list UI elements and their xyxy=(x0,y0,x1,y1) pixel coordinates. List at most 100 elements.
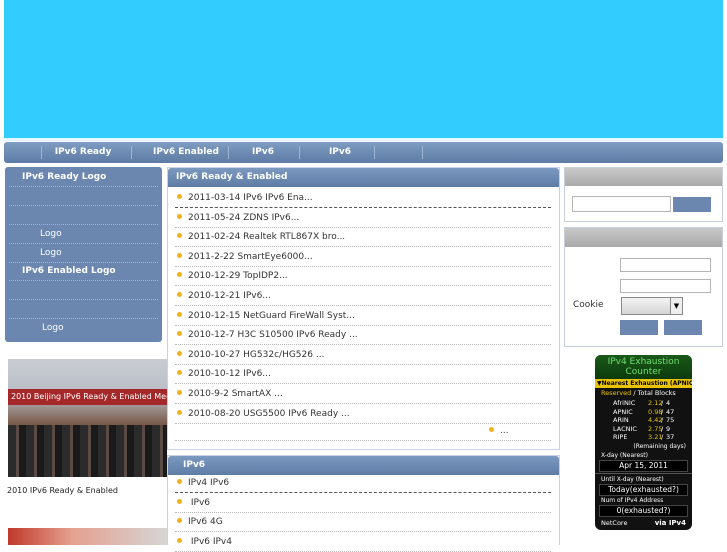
photo-caption[interactable]: 2010 IPv6 Ready & Enabled xyxy=(7,486,118,495)
netcore-logo: NetCore xyxy=(601,518,628,527)
slash: / xyxy=(661,399,664,407)
rir-name: ARIN xyxy=(613,416,629,424)
news-link[interactable]: 2010-10-27 HG532c/HG526 ... xyxy=(188,350,324,360)
left-menu: IPv6 Ready Logo Logo Logo IPv6 Enabled L… xyxy=(5,167,162,342)
bullet-icon xyxy=(177,252,182,258)
login-box-header xyxy=(565,228,722,247)
cookie-select[interactable]: ▼ xyxy=(621,297,683,315)
bullet-icon xyxy=(177,370,182,376)
nav-item-ipv6-2[interactable]: IPv6 xyxy=(300,142,380,163)
ipv6-item: IPv6 4G xyxy=(175,512,551,533)
event-photo[interactable]: 2010 Beijing IPv6 Ready & Enabled Meet..… xyxy=(8,359,167,477)
search-box xyxy=(564,167,723,222)
rir-total: 9 xyxy=(666,424,671,433)
counter-title-line1: IPv4 Exhaustion xyxy=(607,357,680,367)
menu-item-logo[interactable]: Logo xyxy=(9,225,158,244)
password-field[interactable] xyxy=(620,279,711,293)
news-link[interactable]: 2010-12-15 NetGuard FireWall Syst... xyxy=(188,311,355,321)
news-item: 2011-05-24 ZDNS IPv6... xyxy=(175,208,551,228)
more-link[interactable]: ... xyxy=(500,426,509,436)
news-link[interactable]: 2010-12-7 H3C S10500 IPv6 Ready ... xyxy=(188,330,358,340)
news-item: 2011-02-24 Realtek RTL867X bro... xyxy=(175,227,551,248)
news-link[interactable]: 2011-03-14 IPv6 IPv6 Ena... xyxy=(188,193,313,203)
ipv6-link[interactable]: IPv6 xyxy=(188,498,210,508)
rir-total: 75 xyxy=(666,416,675,424)
xday-label: X-day (Nearest) xyxy=(601,451,648,459)
menu-item-blank[interactable] xyxy=(9,187,158,206)
ipv6-item: IPv6 IPv4 xyxy=(175,532,551,552)
rir-name: APNIC xyxy=(613,407,633,416)
ipv6-link[interactable]: IPv4 IPv6 xyxy=(188,478,229,488)
news-item: 2010-12-21 IPv6... xyxy=(175,286,551,306)
ipv4-exhaustion-counter[interactable]: IPv4 Exhaustion Counter ▼Nearest Exhaust… xyxy=(595,355,692,530)
bullet-icon xyxy=(177,350,182,356)
reserved-label: Reserved xyxy=(601,389,632,397)
ipv6-link[interactable]: IPv6 IPv4 xyxy=(188,537,232,547)
news-panel: IPv6 Ready & Enabled 2011-03-14 IPv6 IPv… xyxy=(167,167,560,450)
news-link[interactable]: 2011-02-24 Realtek RTL867X bro... xyxy=(188,232,345,242)
login-box: Cookie ▼ xyxy=(564,227,723,347)
counter-header: Reserved / Total Blocks xyxy=(595,388,692,399)
rir-row: AfriNIC 2.12 4/ xyxy=(595,399,692,408)
news-item: 2010-9-2 SmartAX ... xyxy=(175,384,551,404)
search-button[interactable] xyxy=(673,197,711,212)
news-link[interactable]: 2010-10-12 IPv6... xyxy=(188,369,271,379)
photo-people xyxy=(8,425,167,477)
photo-banner-text: 2010 Beijing IPv6 Ready & Enabled Meet..… xyxy=(8,389,167,405)
slash: / xyxy=(661,416,664,424)
news-link[interactable]: 2010-12-29 TopIDP2... xyxy=(188,271,288,281)
second-photo[interactable] xyxy=(8,528,167,545)
header-banner xyxy=(4,0,723,138)
news-link[interactable]: 2010-08-20 USG5500 IPv6 Ready ... xyxy=(188,409,350,419)
bullet-icon xyxy=(177,213,182,219)
bullet-icon xyxy=(177,272,182,278)
until-label: Until X-day (Nearest) xyxy=(601,475,664,483)
username-field[interactable] xyxy=(620,258,711,272)
menu-item-blank[interactable] xyxy=(9,281,158,300)
menu-item-ipv6-ready-logo[interactable]: IPv6 Ready Logo xyxy=(9,168,158,187)
news-item: 2011-2-22 SmartEye6000... xyxy=(175,247,551,267)
bullet-icon xyxy=(177,537,182,543)
nav-item-ipv6-enabled[interactable]: IPv6 Enabled xyxy=(132,142,240,163)
news-item: 2010-12-7 H3C S10500 IPv6 Ready ... xyxy=(175,325,551,346)
bullet-icon xyxy=(177,292,182,297)
register-button[interactable] xyxy=(664,320,702,335)
slash: / xyxy=(661,433,664,441)
login-button[interactable] xyxy=(620,320,658,335)
nav-item-ipv6-ready[interactable]: IPv6 Ready xyxy=(42,142,124,163)
menu-item-ipv6-enabled-logo[interactable]: IPv6 Enabled Logo xyxy=(9,262,158,281)
menu-item-blank[interactable] xyxy=(9,300,158,319)
num-label: Num of IPv4 Address xyxy=(601,496,664,504)
bullet-icon xyxy=(489,427,494,432)
bullet-icon xyxy=(177,518,182,524)
nav-item-ipv6[interactable]: IPv6 xyxy=(229,142,297,163)
menu-item-blank[interactable] xyxy=(9,206,158,225)
bullet-icon xyxy=(177,194,182,199)
bullet-icon xyxy=(177,331,182,337)
news-link[interactable]: 2010-9-2 SmartAX ... xyxy=(188,389,283,399)
until-value: Today(exhausted?) xyxy=(599,483,688,496)
menu-item-logo[interactable]: Logo xyxy=(9,319,158,338)
remaining-days: (Remaining days) xyxy=(633,442,686,450)
menu-item-logo[interactable]: Logo xyxy=(9,244,158,263)
num-value: 0(exhausted?) xyxy=(599,504,688,517)
bullet-icon xyxy=(177,498,182,504)
rir-row: ARIN 4.42 75/ xyxy=(595,416,692,425)
ipv6-item: IPv6 xyxy=(175,493,551,513)
rir-row: RIPE 3.21 37/ xyxy=(595,433,692,442)
news-link[interactable]: 2011-05-24 ZDNS IPv6... xyxy=(188,213,299,223)
ipv6-link[interactable]: IPv6 4G xyxy=(188,517,223,527)
rir-row: APNIC 0.98 47/ xyxy=(595,408,692,417)
main-nav: IPv6 Ready IPv6 Enabled IPv6 IPv6 xyxy=(4,142,723,163)
news-item: 2011-03-14 IPv6 IPv6 Ena... xyxy=(175,188,551,208)
more-row: ... xyxy=(175,421,551,441)
rir-name: LACNIC xyxy=(613,424,637,433)
bullet-icon xyxy=(177,233,182,239)
cookie-label: Cookie xyxy=(573,300,604,310)
chevron-down-icon[interactable]: ▼ xyxy=(670,298,682,314)
bullet-icon xyxy=(177,409,182,415)
news-item: 2010-10-27 HG532c/HG526 ... xyxy=(175,345,551,365)
search-input[interactable] xyxy=(572,196,671,212)
news-link[interactable]: 2011-2-22 SmartEye6000... xyxy=(188,252,313,262)
news-link[interactable]: 2010-12-21 IPv6... xyxy=(188,291,271,301)
